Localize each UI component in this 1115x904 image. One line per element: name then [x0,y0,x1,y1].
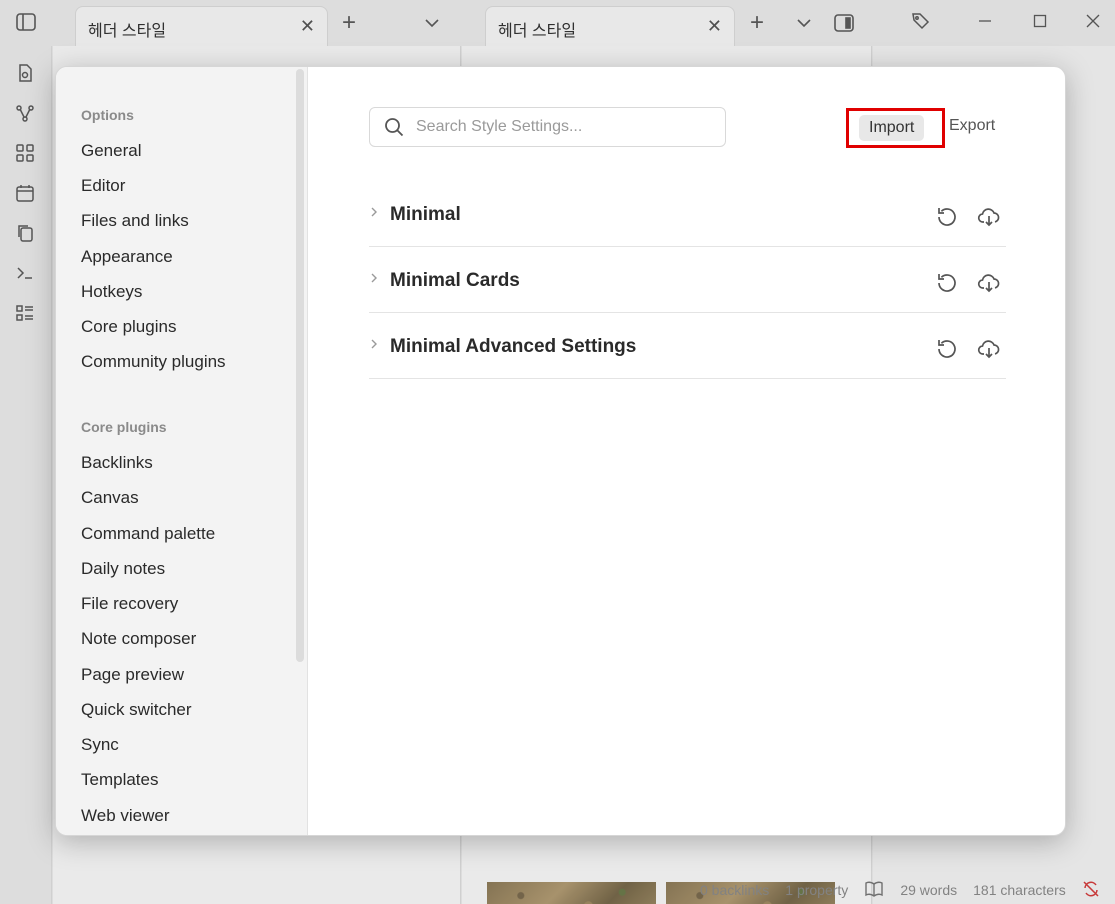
sidebar-item-backlinks[interactable]: Backlinks [81,451,153,475]
chevron-right-icon[interactable] [369,337,379,351]
sidebar-item-sync[interactable]: Sync [81,733,119,757]
settings-sidebar: Options General Editor Files and links A… [56,67,308,835]
sidebar-item-canvas[interactable]: Canvas [81,486,139,510]
sidebar-item-general[interactable]: General [81,139,141,163]
sidebar-item-core-plugins[interactable]: Core plugins [81,315,176,339]
search-input[interactable] [416,118,706,136]
sidebar-item-web-viewer[interactable]: Web viewer [81,804,170,828]
reset-icon[interactable] [935,337,959,361]
sidebar-item-page-preview[interactable]: Page preview [81,663,184,687]
cloud-download-icon[interactable] [977,337,1001,361]
chevron-right-icon[interactable] [369,271,379,285]
cloud-download-icon[interactable] [977,205,1001,229]
sidebar-item-appearance[interactable]: Appearance [81,245,173,269]
sidebar-item-command-palette[interactable]: Command palette [81,522,215,546]
import-button[interactable]: Import [859,115,925,141]
options-section-title: Options [81,107,134,123]
sidebar-item-file-recovery[interactable]: File recovery [81,592,178,616]
cloud-download-icon[interactable] [977,271,1001,295]
sidebar-item-note-composer[interactable]: Note composer [81,627,196,651]
search-box [369,107,726,147]
style-section-minimal[interactable]: Minimal [369,181,1006,247]
sidebar-scrollbar[interactable] [296,69,304,662]
style-section-minimal-cards[interactable]: Minimal Cards [369,247,1006,313]
style-section-minimal-advanced[interactable]: Minimal Advanced Settings [369,313,1006,379]
core-plugins-section-title: Core plugins [81,419,167,435]
sidebar-item-community-plugins[interactable]: Community plugins [81,350,226,374]
settings-modal: Options General Editor Files and links A… [55,66,1066,836]
section-title: Minimal [390,204,461,225]
chevron-right-icon[interactable] [369,205,379,219]
section-title: Minimal Advanced Settings [390,336,637,357]
sidebar-item-quick-switcher[interactable]: Quick switcher [81,698,192,722]
export-button[interactable]: Export [949,117,995,135]
reset-icon[interactable] [935,271,959,295]
settings-content: Import Export Minimal Minimal Cards [308,67,1065,835]
search-icon [384,117,404,137]
sidebar-item-templates[interactable]: Templates [81,768,158,792]
sidebar-item-files-and-links[interactable]: Files and links [81,209,189,233]
sidebar-item-hotkeys[interactable]: Hotkeys [81,280,142,304]
sidebar-item-daily-notes[interactable]: Daily notes [81,557,165,581]
reset-icon[interactable] [935,205,959,229]
sidebar-item-editor[interactable]: Editor [81,174,125,198]
section-title: Minimal Cards [390,270,520,291]
